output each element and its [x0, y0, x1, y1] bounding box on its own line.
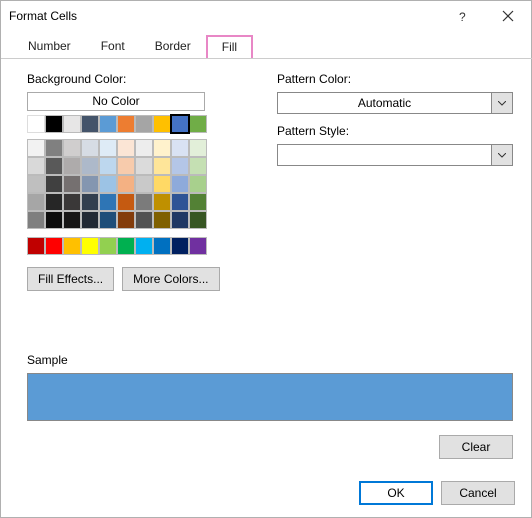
color-swatch[interactable] [81, 139, 99, 157]
pattern-style-value [277, 144, 491, 166]
color-swatch[interactable] [99, 175, 117, 193]
color-swatch[interactable] [135, 139, 153, 157]
color-swatch[interactable] [117, 237, 135, 255]
color-swatch[interactable] [135, 237, 153, 255]
color-swatch[interactable] [99, 237, 117, 255]
pattern-color-dropdown[interactable]: Automatic [277, 92, 513, 114]
theme-colors-shades [27, 139, 207, 229]
color-swatch[interactable] [117, 175, 135, 193]
color-swatch[interactable] [45, 139, 63, 157]
color-swatch[interactable] [99, 115, 117, 133]
ok-button[interactable]: OK [359, 481, 433, 505]
color-swatch[interactable] [45, 175, 63, 193]
pattern-color-value: Automatic [277, 92, 491, 114]
color-swatch[interactable] [171, 115, 189, 133]
sample-label: Sample [27, 353, 513, 367]
standard-colors [27, 237, 207, 255]
color-swatch[interactable] [189, 157, 207, 175]
color-swatch[interactable] [81, 211, 99, 229]
color-swatch[interactable] [27, 175, 45, 193]
color-swatch[interactable] [153, 139, 171, 157]
color-swatch[interactable] [27, 157, 45, 175]
close-icon[interactable] [485, 1, 531, 31]
dialog-title: Format Cells [9, 9, 439, 23]
color-swatch[interactable] [135, 115, 153, 133]
clear-button[interactable]: Clear [439, 435, 513, 459]
color-swatch[interactable] [117, 157, 135, 175]
color-swatch[interactable] [45, 193, 63, 211]
tab-fill[interactable]: Fill [206, 35, 253, 58]
tab-font[interactable]: Font [86, 35, 140, 58]
color-swatch[interactable] [171, 237, 189, 255]
color-swatch[interactable] [153, 211, 171, 229]
color-swatch[interactable] [45, 157, 63, 175]
color-swatch[interactable] [27, 211, 45, 229]
color-swatch[interactable] [189, 211, 207, 229]
color-swatch[interactable] [135, 211, 153, 229]
color-swatch[interactable] [135, 175, 153, 193]
chevron-down-icon [491, 144, 513, 166]
color-swatch[interactable] [99, 157, 117, 175]
cancel-button[interactable]: Cancel [441, 481, 515, 505]
color-swatch[interactable] [45, 211, 63, 229]
color-swatch[interactable] [117, 193, 135, 211]
fill-effects-button[interactable]: Fill Effects... [27, 267, 114, 291]
color-swatch[interactable] [99, 139, 117, 157]
color-swatch[interactable] [135, 157, 153, 175]
theme-colors-row1 [27, 115, 207, 133]
color-swatch[interactable] [189, 193, 207, 211]
color-swatch[interactable] [63, 115, 81, 133]
color-swatch[interactable] [99, 211, 117, 229]
color-swatch[interactable] [81, 193, 99, 211]
color-swatch[interactable] [135, 193, 153, 211]
color-swatch[interactable] [81, 175, 99, 193]
tab-number[interactable]: Number [13, 35, 86, 58]
color-swatch[interactable] [171, 175, 189, 193]
pattern-style-dropdown[interactable] [277, 144, 513, 166]
color-swatch[interactable] [171, 157, 189, 175]
chevron-down-icon [491, 92, 513, 114]
color-swatch[interactable] [171, 193, 189, 211]
color-swatch[interactable] [27, 139, 45, 157]
color-swatch[interactable] [153, 237, 171, 255]
color-swatch[interactable] [117, 139, 135, 157]
pattern-style-label: Pattern Style: [277, 124, 513, 138]
color-swatch[interactable] [63, 193, 81, 211]
color-swatch[interactable] [171, 211, 189, 229]
color-swatch[interactable] [63, 157, 81, 175]
color-swatch[interactable] [27, 115, 45, 133]
color-swatch[interactable] [171, 139, 189, 157]
color-swatch[interactable] [117, 211, 135, 229]
tab-border[interactable]: Border [140, 35, 206, 58]
color-swatch[interactable] [81, 157, 99, 175]
color-swatch[interactable] [153, 175, 171, 193]
color-swatch[interactable] [189, 115, 207, 133]
color-swatch[interactable] [45, 115, 63, 133]
color-swatch[interactable] [189, 175, 207, 193]
color-swatch[interactable] [63, 175, 81, 193]
color-swatch[interactable] [27, 193, 45, 211]
color-swatch[interactable] [189, 237, 207, 255]
color-swatch[interactable] [117, 115, 135, 133]
color-swatch[interactable] [63, 139, 81, 157]
color-swatch[interactable] [153, 157, 171, 175]
no-color-button[interactable]: No Color [27, 92, 205, 111]
sample-preview [27, 373, 513, 421]
color-swatch[interactable] [153, 193, 171, 211]
color-swatch[interactable] [63, 211, 81, 229]
color-swatch[interactable] [81, 237, 99, 255]
help-icon[interactable]: ? [439, 1, 485, 31]
color-swatch[interactable] [189, 139, 207, 157]
more-colors-button[interactable]: More Colors... [122, 267, 219, 291]
color-swatch[interactable] [153, 115, 171, 133]
color-swatch[interactable] [99, 193, 117, 211]
color-swatch[interactable] [27, 237, 45, 255]
color-swatch[interactable] [81, 115, 99, 133]
color-swatch[interactable] [63, 237, 81, 255]
color-swatch[interactable] [45, 237, 63, 255]
pattern-color-label: Pattern Color: [277, 72, 513, 86]
bg-color-label: Background Color: [27, 72, 237, 86]
svg-text:?: ? [459, 10, 466, 22]
